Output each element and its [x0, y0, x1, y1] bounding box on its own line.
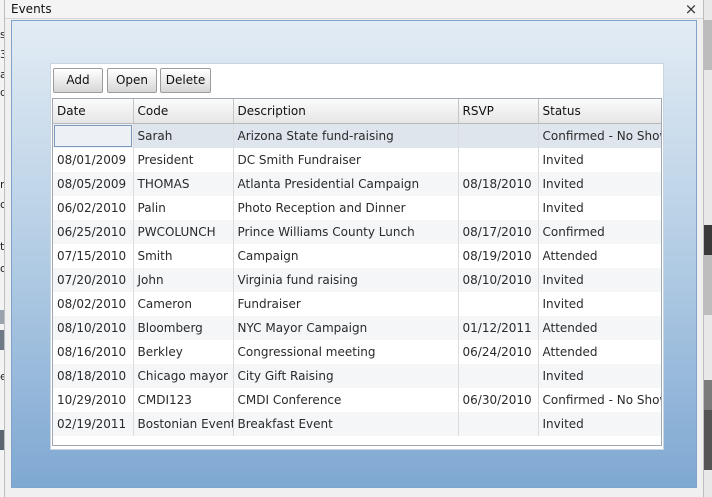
cell-rsvp[interactable]: 08/19/2010: [458, 244, 539, 268]
cell-code[interactable]: Sarah: [133, 123, 234, 148]
cell-rsvp[interactable]: 06/24/2010: [458, 340, 539, 364]
cell-date[interactable]: [53, 123, 134, 148]
cell-rsvp[interactable]: 08/17/2010: [458, 220, 539, 244]
cell-description[interactable]: Campaign: [233, 244, 459, 268]
cell-description[interactable]: Prince Williams County Lunch: [233, 220, 459, 244]
open-button[interactable]: Open: [107, 68, 157, 93]
cell-rsvp[interactable]: [458, 412, 539, 436]
cell-rsvp[interactable]: [458, 123, 539, 148]
cell-code[interactable]: Bloomberg: [133, 316, 234, 340]
cell-status[interactable]: Invited: [538, 292, 661, 316]
cell-code[interactable]: Berkley: [133, 340, 234, 364]
cell-rsvp[interactable]: 06/30/2010: [458, 388, 539, 412]
table-row[interactable]: 08/02/2010 Cameron Fundraiser Invited: [53, 292, 661, 316]
column-header-status[interactable]: Status: [538, 99, 661, 124]
cell-code[interactable]: Bostonian Event: [133, 412, 234, 436]
cell-code[interactable]: PWCOLUNCH: [133, 220, 234, 244]
cell-status[interactable]: Attended: [538, 316, 661, 340]
table-row[interactable]: Sarah Arizona State fund-raising Confirmed…: [53, 123, 661, 148]
events-table: Date Code Description RSVP Status Sarah A…: [52, 98, 662, 446]
cell-description[interactable]: CMDI Conference: [233, 388, 459, 412]
table-row[interactable]: 08/18/2010 Chicago mayor City Gift Raising…: [53, 364, 661, 388]
delete-button[interactable]: Delete: [160, 68, 211, 93]
table-row[interactable]: 08/01/2009 President DC Smith Fundraiser In…: [53, 148, 661, 172]
table-row[interactable]: 06/25/2010 PWCOLUNCH Prince Williams Count…: [53, 220, 661, 244]
cell-status[interactable]: Invited: [538, 364, 661, 388]
add-button[interactable]: Add: [53, 68, 103, 93]
cell-description[interactable]: City Gift Raising: [233, 364, 459, 388]
cell-status[interactable]: Invited: [538, 268, 661, 292]
cell-status[interactable]: Invited: [538, 172, 661, 196]
column-header-description[interactable]: Description: [233, 99, 459, 124]
events-panel: Add Open Delete Date Code Description RS…: [50, 63, 664, 450]
column-header-date[interactable]: Date: [53, 99, 134, 124]
cell-description[interactable]: Virginia fund raising: [233, 268, 459, 292]
cell-description[interactable]: NYC Mayor Campaign: [233, 316, 459, 340]
cell-code[interactable]: Smith: [133, 244, 234, 268]
events-window: Events × Add Open Delete Date Code Descr…: [4, 0, 704, 497]
cell-date[interactable]: 07/20/2010: [53, 268, 134, 292]
column-header-rsvp[interactable]: RSVP: [458, 99, 539, 124]
cell-description[interactable]: Congressional meeting: [233, 340, 459, 364]
cell-description[interactable]: Arizona State fund-raising: [233, 123, 459, 148]
table-row[interactable]: 02/19/2011 Bostonian Event Breakfast Event…: [53, 412, 661, 436]
cell-code[interactable]: CMDI123: [133, 388, 234, 412]
cell-description[interactable]: Photo Reception and Dinner: [233, 196, 459, 220]
table-row[interactable]: 08/16/2010 Berkley Congressional meeting 06…: [53, 340, 661, 364]
cell-description[interactable]: Atlanta Presidential Campaign: [233, 172, 459, 196]
cell-date[interactable]: 08/16/2010: [53, 340, 134, 364]
cell-status[interactable]: Invited: [538, 148, 661, 172]
cell-date[interactable]: 08/02/2010: [53, 292, 134, 316]
cell-description[interactable]: DC Smith Fundraiser: [233, 148, 459, 172]
cell-status[interactable]: Attended: [538, 340, 661, 364]
cell-status[interactable]: Confirmed - No Show: [538, 388, 661, 412]
cell-date[interactable]: 10/29/2010: [53, 388, 134, 412]
table-row[interactable]: 07/15/2010 Smith Campaign 08/19/2010 Attende…: [53, 244, 661, 268]
cell-date[interactable]: 07/15/2010: [53, 244, 134, 268]
cell-date[interactable]: 06/25/2010: [53, 220, 134, 244]
title-bar[interactable]: Events ×: [5, 0, 703, 19]
cell-status[interactable]: Invited: [538, 412, 661, 436]
cell-date[interactable]: 08/01/2009: [53, 148, 134, 172]
cell-date[interactable]: 06/02/2010: [53, 196, 134, 220]
cell-description[interactable]: Fundraiser: [233, 292, 459, 316]
dialog-content: Add Open Delete Date Code Description RS…: [11, 20, 697, 488]
table-body: Sarah Arizona State fund-raising Confirmed…: [53, 123, 661, 436]
cell-status[interactable]: Invited: [538, 196, 661, 220]
table-header-row: Date Code Description RSVP Status: [53, 99, 661, 124]
cell-code[interactable]: THOMAS: [133, 172, 234, 196]
table-row[interactable]: 08/10/2010 Bloomberg NYC Mayor Campaign 01/…: [53, 316, 661, 340]
cell-code[interactable]: Chicago mayor: [133, 364, 234, 388]
column-header-code[interactable]: Code: [133, 99, 234, 124]
cell-code[interactable]: John: [133, 268, 234, 292]
table-row[interactable]: 10/29/2010 CMDI123 CMDI Conference 06/30/20…: [53, 388, 661, 412]
cell-date[interactable]: 02/19/2011: [53, 412, 134, 436]
window-title: Events: [11, 2, 52, 16]
table-row[interactable]: 08/05/2009 THOMAS Atlanta Presidential Cam…: [53, 172, 661, 196]
cell-date[interactable]: 08/10/2010: [53, 316, 134, 340]
cell-code[interactable]: Cameron: [133, 292, 234, 316]
cell-code[interactable]: Palin: [133, 196, 234, 220]
cell-rsvp[interactable]: [458, 364, 539, 388]
cell-status[interactable]: Confirmed: [538, 220, 661, 244]
cell-rsvp[interactable]: [458, 292, 539, 316]
table-row[interactable]: 06/02/2010 Palin Photo Reception and Dinne…: [53, 196, 661, 220]
cell-rsvp[interactable]: [458, 148, 539, 172]
cell-code[interactable]: President: [133, 148, 234, 172]
cell-description[interactable]: Breakfast Event: [233, 412, 459, 436]
cell-rsvp[interactable]: 08/18/2010: [458, 172, 539, 196]
cell-rsvp[interactable]: 01/12/2011: [458, 316, 539, 340]
cell-rsvp[interactable]: 08/10/2010: [458, 268, 539, 292]
cell-date[interactable]: 08/05/2009: [53, 172, 134, 196]
cell-status[interactable]: Attended: [538, 244, 661, 268]
cell-date[interactable]: 08/18/2010: [53, 364, 134, 388]
table-row[interactable]: 07/20/2010 John Virginia fund raising 08/10…: [53, 268, 661, 292]
cell-rsvp[interactable]: [458, 196, 539, 220]
close-icon[interactable]: ×: [683, 0, 699, 18]
cell-status[interactable]: Confirmed - No Show: [538, 123, 661, 148]
